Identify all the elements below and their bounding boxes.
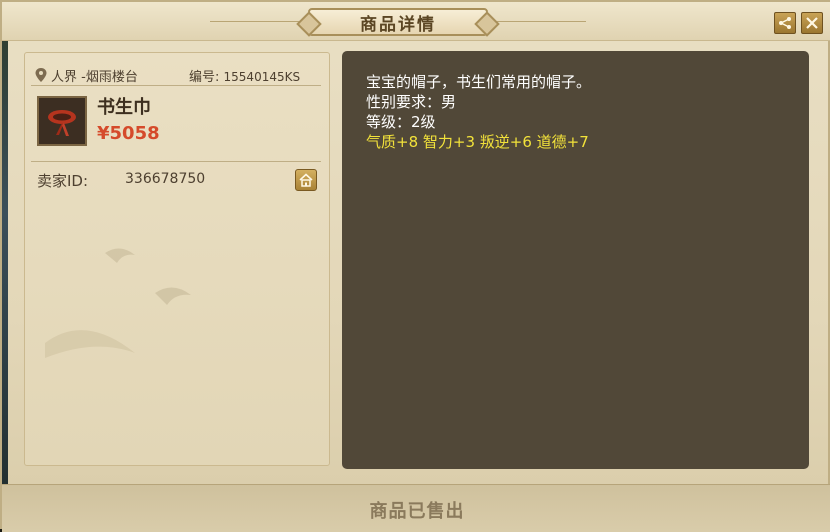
seller-id: 336678750: [125, 171, 206, 187]
item-name: 书生巾: [97, 97, 151, 118]
serial-label: 编号:: [189, 70, 220, 85]
close-icon: [806, 17, 818, 29]
share-icon: [779, 17, 791, 29]
attribute-bonuses: 气质+8 智力+3 叛逆+6 道德+7: [366, 133, 589, 151]
window-title-text: 商品详情: [360, 14, 436, 35]
description-panel: 宝宝的帽子，书生们常用的帽子。 性别要求：男 等级：2级 气质+8 智力+3 叛…: [342, 51, 809, 469]
serial-number: 编号: 15540145KS: [189, 66, 300, 85]
footer-bar: 商品已售出: [2, 484, 830, 532]
background-edge: [2, 2, 8, 531]
decorative-birds: [45, 248, 191, 358]
seller-label: 卖家ID:: [37, 172, 89, 190]
title-bar: 商品详情: [2, 2, 830, 41]
scholar-hat-icon: [48, 110, 76, 136]
location-text: 人界 -烟雨楼台: [51, 69, 138, 85]
title-ornament-right: [490, 21, 586, 22]
divider-top: [31, 85, 321, 86]
level-requirement: 等级：2级: [366, 113, 436, 131]
window-title: 商品详情: [308, 8, 488, 36]
share-button[interactable]: [774, 12, 796, 34]
item-detail-window: 商品详情 人界 -烟雨楼台 编号: 15540145KS 书生巾 ¥5058 卖…: [0, 0, 830, 532]
seller-shop-button[interactable]: [295, 169, 317, 191]
description-text: 宝宝的帽子，书生们常用的帽子。: [366, 73, 592, 91]
serial-value: 15540145KS: [223, 70, 301, 84]
divider-middle: [31, 161, 321, 162]
title-ornament-left: [210, 21, 306, 22]
sold-status: 商品已售出: [369, 501, 465, 522]
location-pin-icon: [35, 68, 47, 82]
item-info-panel: 人界 -烟雨楼台 编号: 15540145KS 书生巾 ¥5058 卖家ID: …: [24, 52, 330, 466]
item-price: ¥5058: [97, 123, 160, 144]
shop-home-icon: [299, 173, 313, 187]
close-button[interactable]: [801, 12, 823, 34]
item-icon[interactable]: [37, 96, 87, 146]
gender-requirement: 性别要求：男: [366, 93, 457, 111]
